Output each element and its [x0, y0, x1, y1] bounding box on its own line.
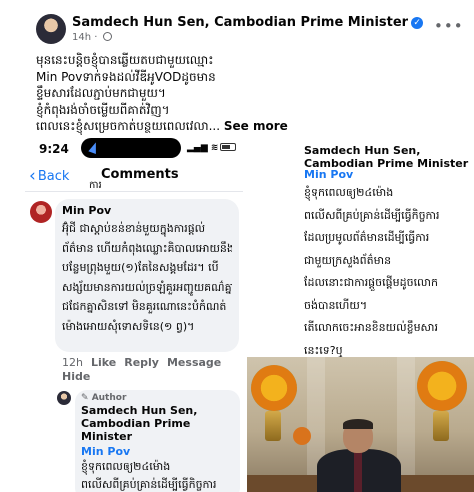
right-comment-text: ខ្ញុំទុកពេលឲ្យ២៤ម៉ោង ពលើសពីគ្រប់គ្រាន់ដើ… [304, 182, 472, 362]
status-bar: 9:24 ▂▄▆ ≋ [25, 136, 243, 160]
comment-line: បន្លែមព្រុងមួយ(១)តែនៃសង្គមដែរ។ បើ [62, 261, 219, 274]
back-label: Back [37, 169, 70, 184]
cut-off-text: ការ [89, 180, 102, 191]
reply-button[interactable]: Reply [124, 356, 159, 369]
reply-mention[interactable]: Min Pov [81, 445, 234, 458]
post-line: មុននេះបន្តិចខ្ញុំបានឆ្លើយតបជាមួយឈ្មោះ [36, 53, 214, 67]
globe-icon [102, 32, 112, 41]
comment-actions: 12h Like Reply Message Hide [62, 356, 229, 384]
right-line: ចង់បានហើយ។ [304, 298, 368, 312]
back-button[interactable]: ‹ Back [29, 166, 69, 186]
comment-bubble: Min Pov អ៊ុំជី ជាស្ដាប់ខន់ខាន់មួយក្នុងកា… [55, 199, 239, 352]
right-line: ដែលនោះជាការផ្ដួចផ្ដើមដូចលោក [304, 276, 439, 289]
right-author-name[interactable]: Samdech Hun Sen, Cambodian Prime Ministe… [304, 144, 469, 170]
post-line-last: ពេលនេះខ្ញុំសម្រេចកាត់បន្ថយពេលវេលា... See… [36, 118, 456, 135]
status-time: 9:24 [39, 142, 69, 156]
reply-text: ខ្ញុំទុកពេលឲ្យ២៤ម៉ោង ពលើសពីគ្រប់គ្រាន់ដើ… [81, 458, 234, 492]
reply-author-name[interactable]: Samdech Hun Sen, Cambodian Prime Ministe… [81, 404, 234, 443]
right-line: ពលើសពីគ្រប់គ្រាន់ដើម្បីធ្វើកិច្ចការ [304, 208, 440, 222]
commenter-name[interactable]: Min Pov [62, 204, 232, 217]
person-tie [354, 451, 362, 492]
reply-line: ខ្ញុំទុកពេលឲ្យ២៤ម៉ោង [81, 460, 171, 473]
post-line: Min Povទាក់ទងដល់វីឌីអូVODដូចមាន [36, 69, 216, 84]
post-meta: 14h · [72, 32, 112, 43]
vase [265, 411, 281, 441]
flower-arrangement [251, 365, 297, 411]
right-line: ដែលប្រមូលព័ត៌មានដើម្បីធ្វើការ [304, 231, 430, 244]
like-button[interactable]: Like [91, 356, 116, 369]
more-icon[interactable]: ••• [434, 17, 464, 35]
right-line: តើលោកចេះអានខិនយល់ខ្លឹមសារ [304, 321, 439, 334]
right-comment-panel: Samdech Hun Sen, Cambodian Prime Ministe… [243, 136, 474, 357]
comment-line: អ៊ុំជី ជាស្ដាប់ខន់ខាន់មួយក្នុងការផ្ដល់ [62, 222, 206, 235]
reply-bubble: ✎ Author Samdech Hun Sen, Cambodian Prim… [75, 390, 240, 492]
verified-icon: ✓ [411, 17, 424, 29]
vase [433, 411, 449, 441]
see-more-link[interactable]: See more [224, 119, 288, 133]
author-avatar[interactable] [36, 14, 66, 44]
right-line: ជាមួយក្រសួងព័ត៌មាន [304, 253, 392, 267]
right-line: ខ្ញុំទុកពេលឲ្យ២៤ម៉ោង [304, 186, 394, 199]
person-hair [343, 419, 373, 429]
phone-screenshot: 9:24 ▂▄▆ ≋ ‹ Back Comments ការ Min Pov អ៊… [25, 136, 243, 492]
post-text: មុននេះបន្តិចខ្ញុំបានឆ្លើយតបជាមួយឈ្មោះ Mi… [36, 52, 456, 135]
post-author-name[interactable]: Samdech Hun Sen, Cambodian Prime Ministe… [72, 15, 408, 30]
navigation-arrow-icon [88, 140, 100, 155]
comment-line: សង្ស័យមានការយល់ច្រឡំគួរអញ្ជូយគណ៌គ្នា [62, 280, 232, 294]
post-author[interactable]: Samdech Hun Sen, Cambodian Prime Ministe… [72, 15, 424, 30]
battery-icon [220, 143, 237, 151]
back-chevron-icon: ‹ [29, 166, 36, 186]
comment-line: ជជែកគ្នាសិនទៅ មិនគួរណោនេះបំកំណត់ [62, 300, 227, 313]
office-photo [247, 357, 474, 492]
comment-time: 12h [62, 356, 83, 369]
dynamic-island [81, 138, 181, 158]
right-author-name-text[interactable]: Samdech Hun Sen, Cambodian Prime Ministe… [304, 144, 469, 170]
post-time[interactable]: 14h [72, 32, 91, 43]
post-line: ខ្ញុំកំពុងរង់ចាំចម្លើយពីគាត់វិញ។ [36, 102, 170, 117]
post-header: Samdech Hun Sen, Cambodian Prime Ministe… [0, 0, 474, 50]
commenter-avatar[interactable] [30, 201, 52, 223]
hide-button[interactable]: Hide [62, 370, 90, 383]
message-button[interactable]: Message [167, 356, 221, 369]
post-line: ខ្ទឹមសារដែលភ្ជាប់មកជាមួយ។ [36, 86, 166, 100]
comment-line: ព័ត៌មាន ហើយកំពុងឈ្លោះគិបាលអោយនឹង [62, 241, 232, 255]
comments-title: Comments [101, 167, 179, 182]
author-badge: ✎ Author [81, 393, 127, 403]
right-mention[interactable]: Min Pov [304, 168, 353, 181]
comment-text: អ៊ុំជី ជាស្ដាប់ខន់ខាន់មួយក្នុងការផ្ដល់ ព… [62, 219, 232, 336]
flower-arrangement [417, 361, 467, 411]
small-flowers [293, 427, 311, 445]
comment-line: ម៉ោងអោយសុំទោសទិនេ(១ ព្វ)។ [62, 319, 195, 333]
comments-nav-bar: ‹ Back Comments [25, 162, 243, 192]
status-icons: ▂▄▆ ≋ [187, 143, 237, 153]
reply-line: ពលើសពីគ្រប់គ្រាន់ដើម្បីធ្វើកិច្ចការ [81, 478, 217, 491]
reply-author-avatar[interactable] [57, 391, 71, 405]
post-line-truncated: ពេលនេះខ្ញុំសម្រេចកាត់បន្ថយពេលវេលា... [36, 119, 221, 133]
author-badge-label: Author [91, 393, 127, 403]
